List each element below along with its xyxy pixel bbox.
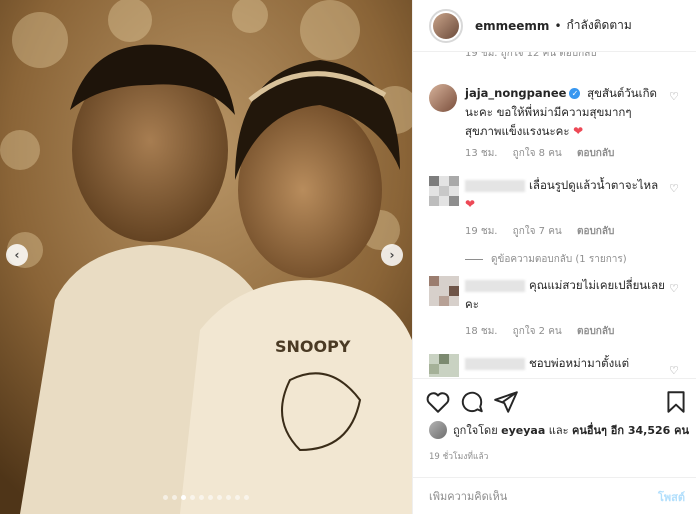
comment-list[interactable]: 19 ชม. ถูกใจ 12 คน ตอบกลับ jaja_nongpane…	[413, 52, 696, 377]
liker-avatar[interactable]	[429, 421, 447, 439]
comment-item: คุณแม่สวยไม่เคยเปลี่ยนเลยคะ ♡ 18 ชม. ถูก…	[429, 276, 689, 346]
comment-text-block: ชอบพ่อหม่ามาตั้งแต่	[465, 354, 665, 373]
comment-text-block: jaja_nongpanee ✓ สุขสันต์วันเกิดนะคะ ขอให…	[465, 84, 665, 141]
comment-likes[interactable]: ถูกใจ 7 คน	[513, 226, 562, 237]
chevron-right-icon[interactable]: ›	[381, 244, 403, 266]
chevron-left-icon[interactable]: ‹	[6, 244, 28, 266]
commenter-avatar[interactable]	[429, 354, 459, 377]
header-separator: •	[554, 18, 562, 33]
reply-button[interactable]: ตอบกลับ	[577, 148, 614, 159]
reply-button[interactable]: ตอบกลับ	[577, 326, 614, 337]
carousel-dot	[172, 495, 177, 500]
blurred-username[interactable]	[465, 179, 525, 192]
post-header: emmeemm • กำลังติดตาม	[413, 0, 696, 52]
carousel-dot	[244, 495, 249, 500]
comment-meta: 13 ชม. ถูกใจ 8 คน ตอบกลับ	[465, 146, 626, 161]
commenter-avatar[interactable]	[429, 276, 459, 306]
comment-likes[interactable]: ถูกใจ 8 คน	[513, 148, 562, 159]
verified-badge-icon: ✓	[569, 88, 581, 99]
carousel-dot	[217, 495, 222, 500]
heart-icon[interactable]	[425, 389, 451, 415]
comment-username[interactable]: jaja_nongpanee	[465, 86, 566, 100]
carousel-indicator	[0, 495, 412, 500]
post-photo[interactable]: SNOOPY ‹ ›	[0, 0, 412, 514]
liked-by-others[interactable]: คนอื่นๆ อีก 34,526 คน	[572, 421, 689, 439]
comment-time: 13 ชม.	[465, 148, 498, 159]
heart-icon[interactable]: ♡	[669, 182, 681, 195]
liked-by-prefix: ถูกใจโดย	[453, 424, 498, 437]
comment-item: jaja_nongpanee ✓ สุขสันต์วันเกิดนะคะ ขอให…	[429, 84, 689, 174]
author-username[interactable]: emmeemm	[475, 19, 549, 33]
liked-by-row: ถูกใจโดย eyeyaa และ คนอื่นๆ อีก 34,526 ค…	[429, 421, 689, 439]
comment-text-block: เลื่อนรูปดูแล้วน้ำตาจะไหล ❤	[465, 176, 665, 214]
carousel-dot	[226, 495, 231, 500]
heart-icon[interactable]: ♡	[669, 364, 681, 377]
following-button[interactable]: กำลังติดตาม	[567, 16, 632, 35]
comment-text: เลื่อนรูปดูแล้วน้ำตาจะไหล	[529, 178, 659, 192]
reply-button[interactable]: ตอบกลับ	[577, 226, 614, 237]
comment-item: เลื่อนรูปดูแล้วน้ำตาจะไหล ❤ ♡ 19 ชม. ถูก…	[429, 176, 689, 271]
view-replies-label[interactable]: ดูข้อความตอบกลับ (1 รายการ)	[491, 252, 627, 267]
blurred-username[interactable]	[465, 357, 525, 370]
commenter-avatar[interactable]	[429, 176, 459, 206]
comment-time: 19 ชม.	[465, 226, 498, 237]
red-heart-emoji: ❤	[465, 197, 476, 211]
author-avatar[interactable]	[429, 8, 463, 43]
add-comment-bar: โพสต์	[413, 477, 696, 514]
svg-text:SNOOPY: SNOOPY	[275, 337, 351, 356]
action-icons-row	[425, 389, 689, 417]
post-timestamp[interactable]: 19 ชั่วโมงที่แล้ว	[429, 449, 488, 463]
post-actions: ถูกใจโดย eyeyaa และ คนอื่นๆ อีก 34,526 ค…	[413, 378, 696, 514]
comment-meta: 18 ชม. ถูกใจ 2 คน ตอบกลับ	[465, 324, 626, 339]
comment-input[interactable]	[429, 490, 658, 503]
comment-meta-cutoff: 19 ชม. ถูกใจ 12 คน ตอบกลับ	[465, 52, 597, 59]
liked-by-conj: และ	[548, 424, 569, 437]
comment-icon[interactable]	[459, 389, 485, 415]
comment-text: ชอบพ่อหม่ามาตั้งแต่	[529, 356, 630, 370]
carousel-dot	[163, 495, 168, 500]
heart-icon[interactable]: ♡	[669, 90, 681, 103]
comment-time: 18 ชม.	[465, 326, 498, 337]
carousel-dot	[208, 495, 213, 500]
post-comment-button[interactable]: โพสต์	[658, 488, 685, 506]
heart-icon[interactable]: ♡	[669, 282, 681, 295]
share-icon[interactable]	[493, 389, 519, 415]
thread-line	[465, 259, 483, 260]
vintage-photo-image: SNOOPY	[0, 0, 412, 514]
comment-meta: 19 ชม. ถูกใจ 7 คน ตอบกลับ	[465, 224, 626, 239]
carousel-dot	[199, 495, 204, 500]
red-heart-emoji: ❤	[573, 124, 584, 138]
post-modal: SNOOPY ‹ › emmeemm • กำลังติดตาม 19 ชม. …	[0, 0, 696, 514]
comment-text-block: คุณแม่สวยไม่เคยเปลี่ยนเลยคะ	[465, 276, 665, 314]
comment-item: ชอบพ่อหม่ามาตั้งแต่ ♡	[429, 354, 689, 377]
view-replies-button[interactable]: ดูข้อความตอบกลับ (1 รายการ)	[465, 252, 627, 267]
carousel-dot	[235, 495, 240, 500]
post-side-panel: emmeemm • กำลังติดตาม 19 ชม. ถูกใจ 12 คน…	[412, 0, 696, 514]
commenter-avatar[interactable]	[429, 84, 457, 112]
blurred-username[interactable]	[465, 279, 525, 292]
carousel-dot	[190, 495, 195, 500]
bookmark-icon[interactable]	[663, 389, 689, 415]
carousel-dot	[181, 495, 186, 500]
comment-likes[interactable]: ถูกใจ 2 คน	[513, 326, 562, 337]
liker-username[interactable]: eyeyaa	[501, 424, 545, 437]
